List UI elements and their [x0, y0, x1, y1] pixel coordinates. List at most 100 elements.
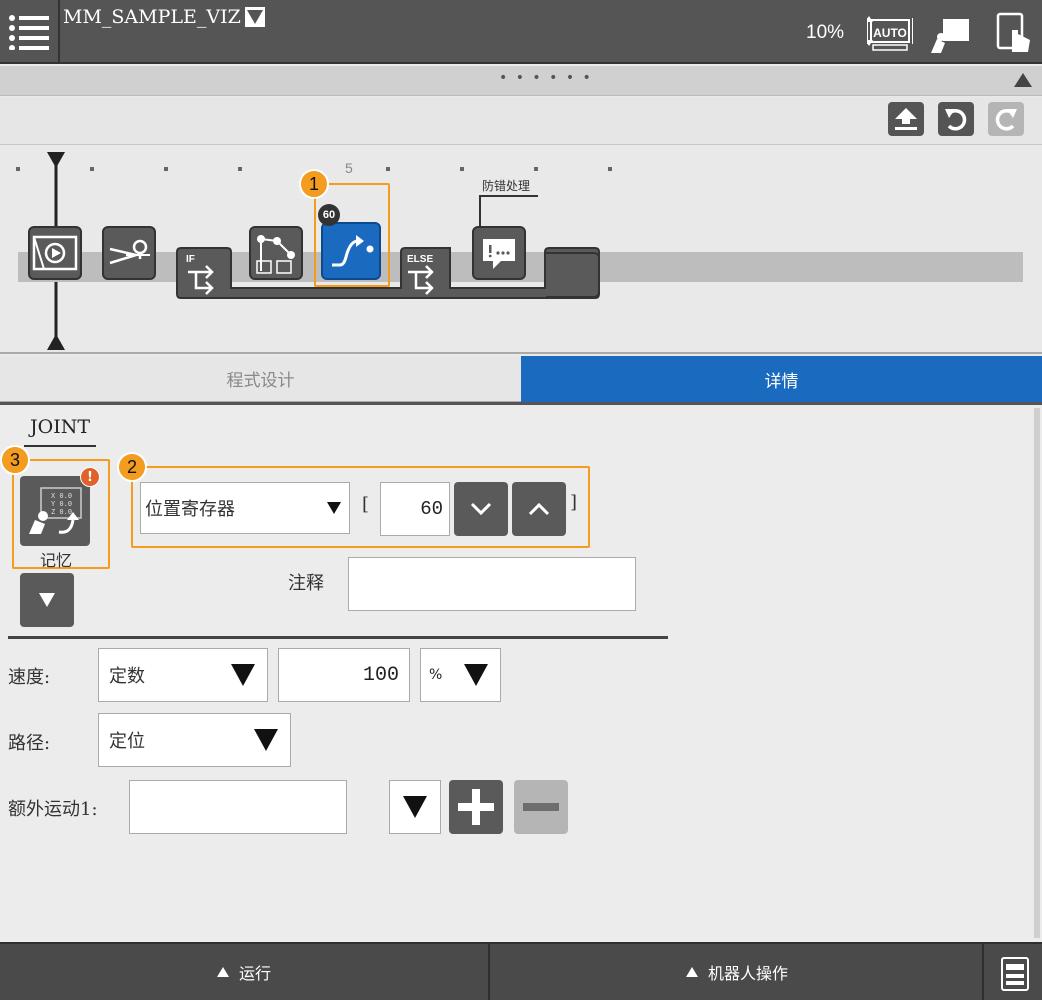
- collapse-up-icon[interactable]: [1014, 72, 1032, 91]
- chevron-down-icon: [244, 7, 265, 27]
- remember-position-button[interactable]: X 0.0 Y 0.0 Z 0.0: [20, 476, 90, 546]
- register-badge: 60: [318, 204, 340, 226]
- motion-type-title: JOINT: [30, 416, 90, 438]
- waypoint-node[interactable]: [102, 226, 156, 280]
- timeline-tick: [238, 167, 242, 171]
- path-type-dropdown[interactable]: 定位: [98, 713, 291, 767]
- timeline-tick: [608, 167, 612, 171]
- plus-icon: [458, 789, 494, 825]
- dropdown-arrow-icon: [327, 502, 341, 514]
- else-label: ELSE: [407, 254, 433, 265]
- title-underline: [24, 445, 96, 447]
- path-points-icon: [256, 235, 295, 274]
- drag-handle-icon[interactable]: • • • • • •: [499, 70, 593, 86]
- touch-mode-icon[interactable]: [990, 10, 1038, 58]
- minus-icon: [523, 803, 559, 811]
- dropdown-arrow-icon: [254, 729, 278, 751]
- speed-override[interactable]: 10%: [806, 22, 844, 44]
- error-handling-connector: [479, 195, 538, 228]
- detail-scrollbar[interactable]: [1034, 408, 1040, 938]
- position-source-value: 位置寄存器: [145, 499, 235, 520]
- speed-type-dropdown[interactable]: 定数: [98, 648, 268, 702]
- program-toolbar: [0, 97, 1042, 145]
- upload-button[interactable]: [888, 102, 924, 136]
- bottom-bar: 运行 机器人操作: [0, 942, 1042, 1000]
- redo-button[interactable]: [988, 102, 1024, 136]
- alert-icon: !: [80, 467, 100, 487]
- timeline-index-label: 5: [345, 160, 353, 176]
- comment-input[interactable]: [348, 557, 636, 611]
- extra-motion-dropdown[interactable]: [389, 780, 441, 834]
- marker-badge-3: 3: [0, 445, 30, 475]
- teach-pendant-icon[interactable]: [926, 10, 974, 58]
- extra-motion-input[interactable]: [129, 780, 347, 834]
- bracket-close: ]: [570, 492, 578, 513]
- start-node[interactable]: [28, 226, 82, 280]
- dropdown-arrow-icon: [231, 664, 255, 686]
- speed-type-value: 定数: [109, 666, 145, 687]
- robot-ops-button[interactable]: 机器人操作: [492, 944, 984, 1000]
- timeline-tick: [90, 167, 94, 171]
- camera-play-icon: [32, 235, 78, 271]
- section-divider: [8, 636, 668, 639]
- message-icon: [483, 239, 515, 269]
- speed-value-input[interactable]: 100: [278, 648, 410, 702]
- timeline-tick: [534, 167, 538, 171]
- extra-motion-label: 额外运动1:: [8, 799, 98, 820]
- decrement-button[interactable]: [454, 482, 508, 536]
- svg-text:X 0.0: X 0.0: [51, 492, 72, 500]
- robot-record-icon: X 0.0 Y 0.0 Z 0.0: [29, 487, 82, 534]
- chevron-down-icon: [39, 593, 55, 607]
- robot-ops-label: 机器人操作: [707, 964, 788, 983]
- move-node-selected[interactable]: [321, 222, 381, 280]
- timeline-tick: [16, 167, 20, 171]
- marker-badge-2: 2: [117, 452, 147, 482]
- program-name: MM_SAMPLE_VIZ: [63, 6, 241, 28]
- chevron-up-icon: [216, 967, 229, 977]
- auto-mode-icon[interactable]: AUTO: [866, 10, 914, 58]
- if-label: IF: [186, 254, 195, 265]
- path-node[interactable]: [249, 226, 303, 280]
- program-timeline[interactable]: 5 IF ELSE 1 60 防错处理: [0, 146, 1042, 354]
- remove-motion-button[interactable]: [514, 780, 568, 834]
- program-selector[interactable]: MM_SAMPLE_VIZ: [63, 6, 265, 28]
- bracket-open: [: [362, 494, 370, 515]
- position-source-dropdown[interactable]: 位置寄存器: [140, 482, 350, 534]
- else-node[interactable]: ELSE: [398, 250, 450, 296]
- dropdown-arrow-icon: [403, 796, 427, 818]
- if-branch-frame: [176, 247, 600, 299]
- tab-bar: 程式设计 详情: [0, 356, 1042, 402]
- tab-program-design[interactable]: 程式设计: [0, 356, 521, 402]
- speed-unit-value: %: [429, 667, 443, 683]
- collapse-bar[interactable]: • • • • • •: [0, 66, 1042, 96]
- path-label: 路径:: [8, 733, 51, 754]
- timeline-tick: [386, 167, 390, 171]
- io-panel-icon[interactable]: [1000, 956, 1030, 992]
- path-type-value: 定位: [109, 731, 145, 752]
- if-node[interactable]: IF: [178, 250, 230, 296]
- svg-text:Y 0.0: Y 0.0: [51, 500, 72, 508]
- speed-label: 速度:: [8, 667, 51, 688]
- memory-label: 记忆: [40, 551, 73, 570]
- add-motion-button[interactable]: [449, 780, 503, 834]
- dropdown-arrow-icon: [464, 664, 488, 686]
- register-index-input[interactable]: 60: [380, 482, 450, 536]
- joint-move-icon: [332, 235, 374, 267]
- marker-badge-1: 1: [299, 169, 329, 199]
- waypoint-icon: [109, 239, 150, 265]
- expand-options-button[interactable]: [20, 573, 74, 627]
- end-block[interactable]: [546, 252, 600, 298]
- menu-icon[interactable]: [0, 0, 60, 64]
- error-handling-node[interactable]: [472, 226, 526, 280]
- error-handling-label: 防错处理: [482, 179, 531, 193]
- svg-text:Z 0.0: Z 0.0: [51, 508, 72, 516]
- run-panel-button[interactable]: 运行: [0, 944, 490, 1000]
- chevron-down-icon: [470, 502, 492, 516]
- chevron-up-icon: [685, 967, 698, 977]
- undo-button[interactable]: [938, 102, 974, 136]
- increment-button[interactable]: [512, 482, 566, 536]
- tab-details[interactable]: 详情: [521, 356, 1042, 402]
- speed-unit-dropdown[interactable]: %: [420, 648, 501, 702]
- run-label: 运行: [238, 964, 271, 983]
- mode-label: AUTO: [873, 26, 907, 40]
